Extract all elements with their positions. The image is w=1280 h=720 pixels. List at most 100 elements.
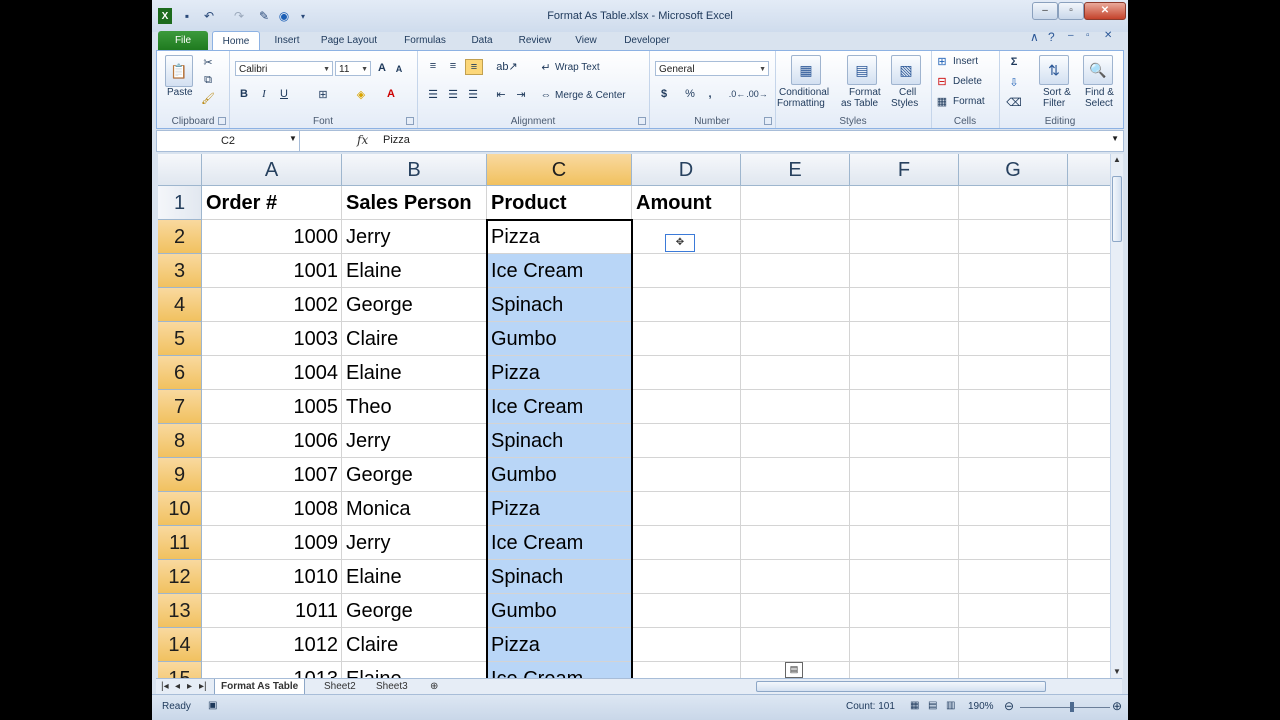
cell-styles-label-2[interactable]: Styles: [891, 98, 918, 109]
table-cell-order[interactable]: 1003: [202, 322, 342, 356]
row-header[interactable]: 5: [158, 322, 202, 356]
copy-icon[interactable]: ⧉: [201, 73, 215, 87]
row-header[interactable]: 12: [158, 560, 202, 594]
row-header[interactable]: 8: [158, 424, 202, 458]
currency-button[interactable]: $: [657, 87, 671, 101]
font-launcher-icon[interactable]: [406, 117, 414, 125]
cut-icon[interactable]: ✂: [201, 55, 215, 69]
table-cell-person[interactable]: Claire: [342, 322, 487, 356]
name-box[interactable]: C2: [157, 131, 300, 151]
column-header-c[interactable]: C: [487, 154, 632, 186]
comma-button[interactable]: ,: [703, 87, 717, 101]
row-header[interactable]: 1: [158, 186, 202, 220]
font-color-icon[interactable]: A: [383, 87, 399, 101]
merge-center-button[interactable]: Merge & Center: [555, 90, 626, 101]
doc-restore-icon[interactable]: ▫: [1086, 30, 1090, 41]
orientation-icon[interactable]: ab↗: [496, 59, 517, 73]
align-right-icon[interactable]: ☰: [465, 87, 481, 101]
decrease-decimal-icon[interactable]: .00→: [746, 87, 768, 101]
sort-filter-label-1[interactable]: Sort &: [1043, 87, 1071, 98]
column-header-e[interactable]: E: [741, 154, 850, 186]
table-cell-order[interactable]: 1004: [202, 356, 342, 390]
merge-center-icon[interactable]: ⇔: [539, 89, 553, 101]
table-cell-order[interactable]: 1007: [202, 458, 342, 492]
zoom-in-icon[interactable]: ⊕: [1112, 699, 1122, 713]
table-cell-person[interactable]: Jerry: [342, 220, 487, 254]
row-header[interactable]: 2: [158, 220, 202, 254]
table-cell-person[interactable]: Jerry: [342, 424, 487, 458]
table-cell-product[interactable]: Spinach: [487, 560, 632, 594]
scroll-down-icon[interactable]: ▼: [1111, 666, 1123, 678]
tab-formulas[interactable]: Formulas: [396, 31, 454, 50]
sheet-tab-sheet2[interactable]: Sheet2: [318, 679, 362, 694]
table-cell-person[interactable]: Jerry: [342, 526, 487, 560]
wrap-text-button[interactable]: Wrap Text: [555, 62, 600, 73]
row-header[interactable]: 15: [158, 662, 202, 678]
table-cell-order[interactable]: 1001: [202, 254, 342, 288]
conditional-formatting-label-2[interactable]: Formatting: [777, 98, 825, 109]
alignment-launcher-icon[interactable]: [638, 117, 646, 125]
number-launcher-icon[interactable]: [764, 117, 772, 125]
find-select-icon[interactable]: 🔍: [1083, 55, 1113, 85]
table-cell-person[interactable]: Claire: [342, 628, 487, 662]
tab-data[interactable]: Data: [462, 31, 502, 50]
table-cell-person[interactable]: Theo: [342, 390, 487, 424]
table-cell-product[interactable]: Spinach: [487, 288, 632, 322]
zoom-slider[interactable]: [1020, 707, 1110, 708]
sheet-tab-sheet3[interactable]: Sheet3: [370, 679, 414, 694]
conditional-formatting-icon[interactable]: ▦: [791, 55, 821, 85]
table-cell-product[interactable]: Spinach: [487, 424, 632, 458]
table-cell-order[interactable]: 1011: [202, 594, 342, 628]
align-center-icon[interactable]: ☰: [445, 87, 461, 101]
table-cell-order[interactable]: 1000: [202, 220, 342, 254]
vertical-scroll-thumb[interactable]: [1112, 176, 1122, 242]
conditional-formatting-label-1[interactable]: Conditional: [779, 87, 829, 98]
delete-cells-button[interactable]: Delete: [953, 76, 982, 87]
format-cells-icon[interactable]: ▦: [935, 95, 949, 108]
row-header[interactable]: 6: [158, 356, 202, 390]
cell-styles-label-1[interactable]: Cell: [899, 87, 916, 98]
help-icon[interactable]: ?: [1048, 30, 1055, 44]
table-cell-product[interactable]: Ice Cream: [487, 390, 632, 424]
tab-home[interactable]: Home: [212, 31, 260, 51]
clipboard-launcher-icon[interactable]: [218, 117, 226, 125]
next-sheet-icon[interactable]: ▸: [184, 679, 195, 694]
cell-b1[interactable]: Sales Person: [342, 186, 487, 220]
cell-d1[interactable]: Amount: [632, 186, 741, 220]
table-cell-person[interactable]: George: [342, 458, 487, 492]
tab-view[interactable]: View: [566, 31, 606, 50]
table-cell-order[interactable]: 1012: [202, 628, 342, 662]
italic-button[interactable]: I: [257, 87, 271, 101]
table-cell-product[interactable]: Gumbo: [487, 322, 632, 356]
select-all-corner[interactable]: [158, 154, 202, 186]
scroll-up-icon[interactable]: ▲: [1111, 154, 1123, 166]
table-cell-order[interactable]: 1013: [202, 662, 342, 678]
column-header-f[interactable]: F: [850, 154, 959, 186]
last-sheet-icon[interactable]: ▸|: [196, 679, 210, 694]
cell-c1[interactable]: Product: [487, 186, 632, 220]
tab-developer[interactable]: Developer: [616, 31, 678, 50]
increase-indent-icon[interactable]: ⇥: [513, 87, 529, 101]
format-as-table-label-2[interactable]: as Table: [841, 98, 878, 109]
table-cell-product[interactable]: Pizza: [487, 220, 632, 254]
quick-analysis-icon[interactable]: ▤: [785, 662, 803, 678]
align-bottom-icon[interactable]: ≡: [465, 59, 483, 75]
decrease-indent-icon[interactable]: ⇤: [493, 87, 509, 101]
column-header-d[interactable]: D: [632, 154, 741, 186]
format-cells-button[interactable]: Format: [953, 96, 985, 107]
autosum-button[interactable]: Σ: [1007, 55, 1021, 69]
underline-button[interactable]: U: [277, 87, 291, 101]
table-cell-person[interactable]: Elaine: [342, 662, 487, 678]
table-cell-person[interactable]: Elaine: [342, 254, 487, 288]
tab-insert[interactable]: Insert: [264, 31, 310, 50]
vertical-scrollbar[interactable]: ▲ ▼: [1110, 154, 1123, 678]
minimize-button[interactable]: –: [1032, 2, 1058, 20]
table-cell-order[interactable]: 1006: [202, 424, 342, 458]
borders-icon[interactable]: ⊞: [315, 87, 331, 101]
zoom-slider-thumb[interactable]: [1070, 702, 1074, 712]
number-format-combo[interactable]: General ▼: [655, 61, 769, 76]
table-cell-person[interactable]: George: [342, 288, 487, 322]
maximize-button[interactable]: ▫: [1058, 2, 1084, 20]
paste-label[interactable]: Paste: [167, 87, 193, 98]
find-select-label-2[interactable]: Select: [1085, 98, 1113, 109]
